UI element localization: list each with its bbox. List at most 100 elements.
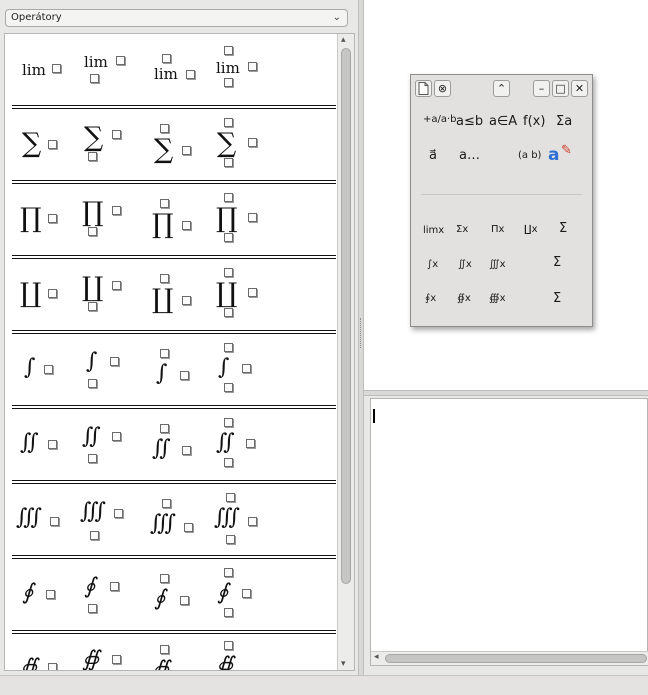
symbol-iiint[interactable]: ∭ <box>16 487 72 561</box>
symbol-int-to[interactable]: ∫ <box>150 337 206 411</box>
symbol-sum[interactable]: ∑ <box>16 112 72 186</box>
scroll-left-arrow-icon[interactable]: ◂ <box>374 652 379 662</box>
symbol-coprod-from-to[interactable]: ∐ <box>212 262 268 336</box>
operators-icon[interactable]: Σa <box>556 114 572 129</box>
window-separator <box>421 194 582 195</box>
placeholder-icon <box>224 383 233 392</box>
placeholder-icon <box>224 308 233 317</box>
placeholder-icon <box>248 138 257 147</box>
symbol-iint-from-to[interactable]: ∬ <box>212 412 268 486</box>
scroll-down-arrow-icon[interactable]: ▾ <box>341 659 346 669</box>
symbol-oint[interactable]: ∮ <box>16 562 72 636</box>
close-button[interactable]: ✕ <box>571 80 588 97</box>
minimize-button[interactable]: – <box>533 80 550 97</box>
sum-to-icon[interactable]: Σ <box>553 291 561 306</box>
editor-horizontal-scrollbar[interactable]: ◂ <box>371 651 648 665</box>
symbol-lim-from-to[interactable]: lim <box>212 37 268 111</box>
contour-integral-icon[interactable]: ∮x <box>425 293 436 304</box>
symbol-oint-from[interactable]: ∮ <box>80 562 136 636</box>
symbol-int[interactable]: ∫ <box>16 337 72 411</box>
symbol-row-iiint: ∭ ∭ ∭ ∭ <box>12 487 336 561</box>
chevron-up-icon: ⌃ <box>496 82 507 95</box>
symbol-prod-to[interactable]: ∏ <box>150 187 206 261</box>
placeholder-icon <box>224 608 233 617</box>
product-icon[interactable]: Πx <box>491 224 504 235</box>
surface-integral-icon[interactable]: ∯x <box>457 293 471 304</box>
symbol-iiint-to[interactable]: ∭ <box>150 487 206 561</box>
symbol-iint-from[interactable]: ∬ <box>80 412 136 486</box>
brackets-icon[interactable]: (a b) <box>518 150 541 161</box>
row-separator <box>12 480 336 484</box>
symbol-prod-from-to[interactable]: ∏ <box>212 187 268 261</box>
int-operator: ∫ <box>24 355 36 380</box>
maximize-button[interactable]: □ <box>552 80 569 97</box>
placeholder-icon <box>248 213 257 222</box>
lim-operator: lim <box>22 61 46 79</box>
roll-up-button[interactable]: ⌃ <box>493 80 510 97</box>
prod-operator: ∏ <box>216 203 238 234</box>
placeholder-icon <box>110 357 119 366</box>
symbol-oiint-to[interactable]: ∯ <box>150 637 206 670</box>
symbol-iiint-from[interactable]: ∭ <box>80 487 136 561</box>
horizontal-splitter[interactable] <box>364 390 648 396</box>
close-small-button[interactable]: ⊗ <box>434 80 451 97</box>
sum-from-to-icon[interactable]: Σ <box>559 221 567 236</box>
placeholder-icon <box>246 439 255 448</box>
symbol-iint-to[interactable]: ∬ <box>150 412 206 486</box>
symbol-oiint-from-to[interactable]: ∯ <box>212 637 268 671</box>
symbol-oint-to[interactable]: ∮ <box>150 562 206 636</box>
symbols-scrollbar[interactable]: ▴ ▾ <box>337 34 354 670</box>
pen-icon: ✎ <box>561 143 572 158</box>
chevron-down-icon[interactable]: ⌄ <box>333 10 341 26</box>
iiint-operator: ∭ <box>150 511 177 536</box>
symbol-sum-to[interactable]: ∑ <box>150 112 206 186</box>
triple-integral-icon[interactable]: ∭x <box>489 259 506 270</box>
others-icon[interactable]: a… <box>459 148 480 163</box>
placeholder-icon <box>160 349 169 358</box>
set-operations-icon[interactable]: a∈A <box>489 114 517 129</box>
symbol-lim-from[interactable]: lim <box>80 37 136 111</box>
editor-scrollbar-thumb[interactable] <box>385 654 647 663</box>
symbol-coprod-to[interactable]: ∐ <box>150 262 206 336</box>
symbol-lim-to[interactable]: lim <box>150 37 206 111</box>
symbols-list: lim lim lim lim ∑ ∑ ∑ ∑ ∏ ∏ ∏ ∏ ∐ ∐ ∐ ∐ … <box>6 35 337 671</box>
placeholder-icon <box>180 371 189 380</box>
symbol-prod-from[interactable]: ∏ <box>80 187 136 261</box>
symbol-lim[interactable]: lim <box>16 37 72 111</box>
coproduct-icon[interactable]: ∐x <box>524 224 538 235</box>
unary-binary-operators-icon[interactable]: +a/a·b <box>423 114 457 125</box>
placeholder-icon <box>48 214 57 223</box>
limit-icon[interactable]: limx <box>423 225 444 236</box>
scroll-up-arrow-icon[interactable]: ▴ <box>341 35 346 45</box>
math-formula-editor: Operátory ⌄ lim lim lim lim ∑ ∑ ∑ ∑ ∏ ∏ … <box>0 0 648 695</box>
formats-icon[interactable]: a <box>548 145 559 165</box>
volume-integral-icon[interactable]: ∰x <box>489 293 506 304</box>
command-editor[interactable]: ◂ <box>370 398 648 666</box>
relations-icon[interactable]: a≤b <box>456 114 483 129</box>
functions-icon[interactable]: f(x) <box>523 114 545 129</box>
symbol-oint-from-to[interactable]: ∮ <box>212 562 268 636</box>
integral-icon[interactable]: ∫x <box>427 259 438 270</box>
symbol-iint[interactable]: ∬ <box>16 412 72 486</box>
symbol-row-oint: ∮ ∮ ∮ ∮ <box>12 562 336 636</box>
symbol-prod[interactable]: ∏ <box>16 187 72 261</box>
placeholder-icon <box>226 493 235 502</box>
attributes-icon[interactable]: a⃗ <box>429 148 437 163</box>
symbol-coprod[interactable]: ∐ <box>16 262 72 336</box>
sum-operator: ∑ <box>154 134 174 165</box>
symbol-sum-from-to[interactable]: ∑ <box>212 112 268 186</box>
double-integral-icon[interactable]: ∬x <box>458 259 472 270</box>
category-dropdown[interactable]: Operátory ⌄ <box>5 9 348 27</box>
sum-icon[interactable]: Σx <box>456 224 468 235</box>
symbol-oiint[interactable]: ∯ <box>16 637 72 670</box>
oiint-operator: ∯ <box>216 653 234 671</box>
symbol-iiint-from-to[interactable]: ∭ <box>212 487 268 561</box>
sum-from-icon[interactable]: Σ <box>553 255 561 270</box>
symbol-int-from[interactable]: ∫ <box>80 337 136 411</box>
symbol-coprod-from[interactable]: ∐ <box>80 262 136 336</box>
symbol-oiint-from[interactable]: ∯ <box>80 637 136 670</box>
symbol-int-from-to[interactable]: ∫ <box>212 337 268 411</box>
document-icon[interactable] <box>415 80 432 97</box>
scrollbar-thumb[interactable] <box>341 48 351 584</box>
symbol-sum-from[interactable]: ∑ <box>80 112 136 186</box>
